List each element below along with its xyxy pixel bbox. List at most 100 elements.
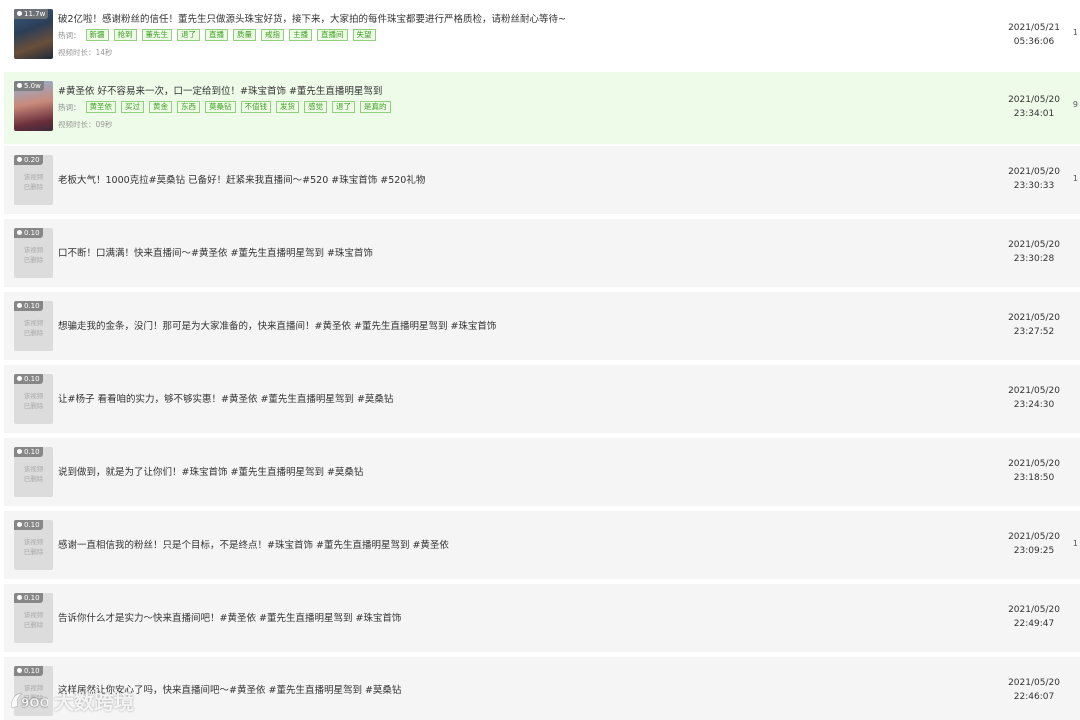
hot-word-tag[interactable]: 是真的: [360, 101, 391, 113]
hot-word-tag[interactable]: 退了: [177, 29, 200, 41]
hot-word-tag[interactable]: 抢到: [113, 29, 137, 41]
hot-word-tag[interactable]: 不值钱: [240, 101, 271, 113]
hot-word-tag[interactable]: 发货: [276, 101, 299, 113]
hot-words-label: 热词：: [58, 102, 81, 112]
play-icon: [17, 522, 22, 527]
deleted-placeholder: 该视频 已删除: [23, 392, 44, 410]
deleted-placeholder: 该视频 已删除: [23, 538, 44, 556]
publish-time: 22:49:47: [1013, 619, 1055, 629]
play-count-badge: 0.10: [14, 520, 43, 530]
publish-datetime: 2021/05/20 23:30:33: [994, 165, 1074, 193]
video-row[interactable]: 5.0w #黄圣依 好不容易来一次，口一定给到位！#珠宝首饰 #董先生直播明星驾…: [4, 72, 1080, 144]
video-row[interactable]: 0.10 该视频 已删除 这样居然让你安心了吗，快来直播间吧～#黄圣依 #董先生直…: [4, 657, 1080, 720]
publish-time: 23:24:30: [1013, 400, 1055, 410]
video-duration: 视频时长：14秒: [58, 48, 113, 57]
video-row[interactable]: 0.10 该视频 已删除 让#杨子 看看咱的实力，够不够实惠！#黄圣依 #董先生直…: [4, 365, 1080, 433]
play-icon: [17, 83, 22, 88]
video-thumbnail-deleted: 0.10 该视频 已删除: [14, 593, 53, 643]
row-edge-value: 1: [1072, 174, 1078, 183]
publish-datetime: 2021/05/20 23:34:01: [994, 93, 1074, 121]
video-row[interactable]: 0.10 该视频 已删除 口不断！口满满！快来直播间～#黄圣依 #董先生直播明星驾…: [4, 219, 1080, 287]
publish-time: 22:46:07: [1013, 692, 1055, 702]
row-edge-value: 9: [1072, 100, 1078, 109]
play-icon: [17, 303, 22, 308]
watermark: 9OO 大数跨境: [8, 686, 134, 715]
watermark-text: 大数跨境: [54, 690, 134, 714]
hot-word-tag[interactable]: 直播: [205, 29, 228, 41]
video-row[interactable]: 0.10 该视频 已删除 感谢一直相信我的粉丝！只是个目标，不是终点！#珠宝首饰 …: [4, 511, 1080, 579]
publish-time: 23:30:33: [1013, 181, 1055, 191]
publish-time: 23:18:50: [1013, 473, 1055, 483]
video-row[interactable]: 0.10 该视频 已删除 想骗走我的金条，没门！那可是为大家准备的，快来直播间！#…: [4, 292, 1080, 360]
hot-word-tag[interactable]: 黄圣依: [85, 101, 116, 113]
video-row[interactable]: 0.20 该视频 已删除 老板大气！1000克拉#莫桑钻 已备好！赶紧来我直播间～…: [4, 146, 1080, 214]
video-title[interactable]: 告诉你什么才是实力～快来直播间吧！#黄圣依 #董先生直播明星驾到 #珠宝首饰: [58, 610, 401, 624]
publish-datetime: 2021/05/20 23:18:50: [994, 457, 1074, 485]
publish-date: 2021/05/20: [1008, 386, 1060, 396]
play-count-badge: 11.7w: [14, 9, 49, 19]
play-icon: [17, 595, 22, 600]
video-row[interactable]: 0.10 该视频 已删除 说到做到，就是为了让你们！#珠宝首饰 #董先生直播明星驾…: [4, 438, 1080, 506]
row-edge-value: 1: [1072, 28, 1078, 37]
publish-datetime: 2021/05/20 23:27:52: [994, 311, 1074, 339]
hot-word-tag[interactable]: 黄金: [149, 101, 172, 113]
video-title[interactable]: 想骗走我的金条，没门！那可是为大家准备的，快来直播间！#黄圣依 #董先生直播明星…: [58, 318, 496, 332]
publish-time: 23:27:52: [1013, 327, 1055, 337]
publish-date: 2021/05/20: [1008, 605, 1060, 615]
hot-word-tag[interactable]: 董先生: [141, 29, 172, 41]
deleted-placeholder: 该视频 已删除: [23, 611, 44, 629]
publish-date: 2021/05/20: [1008, 459, 1060, 469]
hot-words: 热词： 新疆 抢到 董先生 退了 直播 质量 戒指 主播 直播间 失望: [58, 29, 376, 41]
video-thumbnail-deleted: 0.10 该视频 已删除: [14, 520, 53, 570]
publish-datetime: 2021/05/20 23:09:25: [994, 530, 1074, 558]
video-thumbnail-deleted: 0.10 该视频 已删除: [14, 447, 53, 497]
play-count-badge: 0.20: [14, 155, 43, 165]
video-title[interactable]: 让#杨子 看看咱的实力，够不够实惠！#黄圣依 #董先生直播明星驾到 #莫桑钻: [58, 391, 393, 405]
video-title[interactable]: 破2亿啦！感谢粉丝的信任！董先生只做源头珠宝好货，接下来，大家拍的每件珠宝都要进…: [58, 11, 566, 25]
publish-datetime: 2021/05/21 05:36:06: [994, 21, 1074, 49]
publish-time: 05:36:06: [1013, 37, 1055, 47]
video-title[interactable]: 感谢一直相信我的粉丝！只是个目标，不是终点！#珠宝首饰 #董先生直播明星驾到 #…: [58, 537, 449, 551]
publish-date: 2021/05/20: [1008, 95, 1060, 105]
video-title[interactable]: #黄圣依 好不容易来一次，口一定给到位！#珠宝首饰 #董先生直播明星驾到: [58, 83, 382, 97]
play-count-badge: 0.10: [14, 447, 43, 457]
video-title[interactable]: 老板大气！1000克拉#莫桑钻 已备好！赶紧来我直播间～#520 #珠宝首饰 #…: [58, 172, 425, 186]
video-thumbnail[interactable]: 11.7w: [14, 9, 53, 59]
publish-date: 2021/05/21: [1008, 23, 1060, 33]
hot-word-tag[interactable]: 质量: [233, 29, 256, 41]
publish-date: 2021/05/20: [1008, 240, 1060, 250]
hot-word-tag[interactable]: 退了: [332, 101, 355, 113]
hot-word-tag[interactable]: 失望: [352, 29, 376, 41]
publish-time: 23:30:28: [1013, 254, 1055, 264]
hot-word-tag[interactable]: 莫桑钻: [205, 101, 236, 113]
hot-word-tag[interactable]: 新疆: [85, 29, 109, 41]
video-row[interactable]: 11.7w 破2亿啦！感谢粉丝的信任！董先生只做源头珠宝好货，接下来，大家拍的每…: [4, 0, 1080, 72]
hot-words-label: 热词：: [58, 30, 81, 40]
hot-words: 热词： 黄圣依 买过 黄金 东西 莫桑钻 不值钱 发货 感觉 退了 是真的: [58, 101, 391, 113]
video-duration: 视频时长：09秒: [58, 120, 113, 129]
hot-word-tag[interactable]: 直播间: [317, 29, 348, 41]
publish-date: 2021/05/20: [1008, 678, 1060, 688]
video-row[interactable]: 0.10 该视频 已删除 告诉你什么才是实力～快来直播间吧！#黄圣依 #董先生直播…: [4, 584, 1080, 652]
play-count-badge: 0.10: [14, 228, 43, 238]
row-edge-value: 1: [1072, 539, 1078, 548]
watermark-logo-icon: 9OO: [11, 692, 48, 710]
publish-date: 2021/05/20: [1008, 313, 1060, 323]
hot-word-tag[interactable]: 东西: [177, 101, 200, 113]
video-thumbnail-deleted: 0.10 该视频 已删除: [14, 374, 53, 424]
play-icon: [17, 449, 22, 454]
play-count-badge: 0.10: [14, 301, 43, 311]
hot-word-tag[interactable]: 戒指: [261, 29, 284, 41]
play-icon: [17, 376, 22, 381]
video-title[interactable]: 说到做到，就是为了让你们！#珠宝首饰 #董先生直播明星驾到 #莫桑钻: [58, 464, 363, 478]
play-count-badge: 5.0w: [14, 81, 44, 91]
video-title[interactable]: 口不断！口满满！快来直播间～#黄圣依 #董先生直播明星驾到 #珠宝首饰: [58, 245, 373, 259]
hot-word-tag[interactable]: 主播: [289, 29, 312, 41]
hot-word-tag[interactable]: 感觉: [304, 101, 327, 113]
deleted-placeholder: 该视频 已删除: [23, 246, 44, 264]
video-thumbnail[interactable]: 5.0w: [14, 81, 53, 131]
play-count-badge: 0.10: [14, 374, 43, 384]
play-icon: [17, 230, 22, 235]
hot-word-tag[interactable]: 买过: [121, 101, 144, 113]
deleted-placeholder: 该视频 已删除: [23, 319, 44, 337]
